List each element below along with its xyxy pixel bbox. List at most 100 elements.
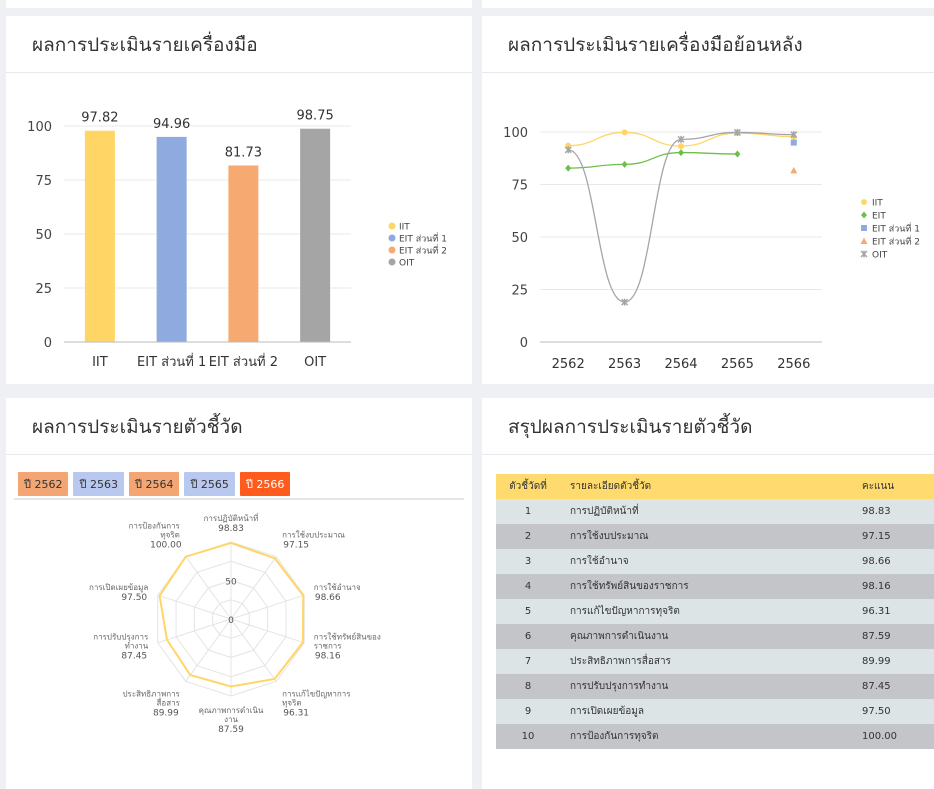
legend-label: IIT [399, 223, 410, 233]
legend-label: EIT ส่วนที่ 2 [399, 244, 447, 257]
series-line [568, 151, 738, 169]
series-line [568, 131, 794, 303]
radar-axis-label: สื่อสาร [156, 696, 180, 707]
radar-axis-label: การใช้งบประมาณ [282, 531, 345, 540]
x-tick-label: 2565 [721, 357, 754, 372]
data-point [860, 237, 868, 244]
bar [228, 165, 259, 342]
table-row: 1 การปฏิบัติหน้าที่ 98.83 [496, 499, 934, 524]
table-cell-no: 10 [496, 724, 560, 749]
legend-label: EIT ส่วนที่ 1 [872, 222, 920, 235]
year-tab-0[interactable]: ปี 2562 [18, 472, 69, 496]
table-cell-score: 89.99 [852, 649, 934, 674]
y-tick-label: 75 [35, 174, 52, 189]
table-cell-no: 8 [496, 674, 560, 699]
data-point [861, 199, 867, 205]
table-cell-desc: การปฏิบัติหน้าที่ [560, 499, 852, 524]
data-point [860, 250, 868, 258]
bar-chart-card: ผลการประเมินรายเครื่องมือ 0 25 50 75 100 97.8… [6, 16, 472, 384]
radar-spoke [230, 618, 277, 682]
table-cell-score: 98.16 [852, 574, 934, 599]
table-row: 3 การใช้อำนาจ 98.66 [496, 549, 934, 574]
radar-axis-label: การแก้ไขปัญหาการ [282, 689, 351, 698]
y-tick-label: 75 [511, 179, 528, 194]
data-point [678, 143, 684, 150]
bar [156, 136, 187, 342]
table-row: 9 การเปิดเผยข้อมูล 97.50 [496, 699, 934, 724]
radar-value-label: 87.59 [218, 725, 244, 735]
radar-title: ผลการประเมินรายตัวชี้วัด [32, 416, 243, 438]
y-tick-label: 100 [27, 120, 52, 135]
table-cell-desc: การใช้ทรัพย์สินของราชการ [560, 574, 852, 599]
table-cell-score: 97.50 [852, 699, 934, 724]
year-tab-3[interactable]: ปี 2565 [184, 472, 235, 496]
data-point [861, 225, 867, 231]
bar [300, 128, 331, 342]
table-cell-desc: การใช้อำนาจ [560, 549, 852, 574]
radar-axis-label: คุณภาพการดำเนิน [199, 706, 264, 715]
data-point [678, 149, 684, 157]
radar-value-label: 87.45 [121, 651, 147, 661]
y-tick-label: 100 [503, 126, 528, 141]
year-tab-4[interactable]: ปี 2566 [239, 472, 291, 496]
radar-value-label: 100.00 [150, 541, 182, 551]
table-cell-no: 1 [496, 499, 560, 524]
bar-value-label: 97.82 [81, 111, 118, 126]
radar-axis-label: งาน [224, 715, 238, 724]
legend-label: EIT ส่วนที่ 1 [399, 232, 447, 245]
legend-label: EIT [872, 212, 886, 222]
x-tick-label: 2562 [552, 357, 585, 372]
radar-axis-label: การปฏิบัติหน้าที่ [204, 512, 259, 523]
data-point [621, 160, 628, 168]
header-score: คะแนน [852, 474, 934, 499]
radar-value-label: 89.99 [153, 708, 179, 718]
radar-spoke [185, 618, 232, 682]
table-cell-score: 98.66 [852, 549, 934, 574]
radar-value-label: 97.50 [121, 593, 147, 603]
table-cell-desc: การป้องกันการทุจริต [560, 724, 852, 749]
y-tick-label: 25 [511, 284, 528, 299]
legend-label: OIT [399, 259, 415, 269]
y-tick-label: 25 [35, 282, 52, 297]
header-no: ตัวชี้วัดที่ [496, 474, 560, 499]
data-point [734, 150, 741, 158]
divider [482, 454, 934, 455]
table-row: 5 การแก้ไขปัญหาการทุจริต 96.31 [496, 599, 934, 624]
x-tick-label: OIT [304, 355, 326, 370]
x-tick-label: 2564 [664, 357, 697, 372]
legend-swatch [388, 258, 396, 266]
table-cell-no: 6 [496, 624, 560, 649]
legend-swatch [388, 246, 396, 254]
bar-chart: 0 25 50 75 100 97.82 IIT 94.96 EIT ส่วนที่ 1 81.7… [27, 109, 447, 370]
table-cell-score: 96.31 [852, 599, 934, 624]
radar-axis-label: การเปิดเผยข้อมูล [89, 583, 148, 593]
header-desc: รายละเอียดตัวชี้วัด [560, 474, 852, 499]
data-point [790, 139, 797, 146]
legend-label: OIT [872, 251, 888, 261]
radar-axis-label: ทำงาน [125, 641, 149, 650]
radar-axis-label: ประสิทธิภาพการ [122, 689, 180, 698]
y-tick-label: 0 [44, 336, 52, 351]
radar-value-label: 98.83 [218, 524, 244, 534]
y-tick-label: 50 [511, 231, 528, 246]
x-tick-label: EIT ส่วนที่ 1 [137, 353, 206, 370]
table-row: 7 ประสิทธิภาพการสื่อสาร 89.99 [496, 649, 934, 674]
summary-title: สรุปผลการประเมินรายตัวชี้วัด [508, 416, 753, 438]
table-cell-desc: การปรับปรุงการทำงาน [560, 674, 852, 699]
table-row: 8 การปรับปรุงการทำงาน 87.45 [496, 674, 934, 699]
table-cell-desc: การเปิดเผยข้อมูล [560, 699, 852, 724]
radar-ring-label: 50 [225, 578, 237, 588]
table-cell-no: 3 [496, 549, 560, 574]
year-tab-1[interactable]: ปี 2563 [73, 472, 124, 496]
year-tab-2[interactable]: ปี 2564 [128, 472, 180, 496]
radar-axis-label: การปรับปรุงการ [93, 632, 149, 641]
legend-swatch [388, 234, 396, 242]
table-cell-no: 9 [496, 699, 560, 724]
table-header-row: ตัวชี้วัดที่ รายละเอียดตัวชี้วัด คะแนน [496, 474, 934, 499]
table-row: 6 คุณภาพการดำเนินงาน 87.59 [496, 624, 934, 649]
legend-swatch [388, 222, 396, 230]
data-point [565, 164, 572, 172]
bar-chart-title: ผลการประเมินรายเครื่องมือ [32, 34, 258, 56]
line-chart-title: ผลการประเมินรายเครื่องมือย้อนหลัง [508, 34, 803, 56]
radar-ring-label: 0 [228, 616, 234, 626]
